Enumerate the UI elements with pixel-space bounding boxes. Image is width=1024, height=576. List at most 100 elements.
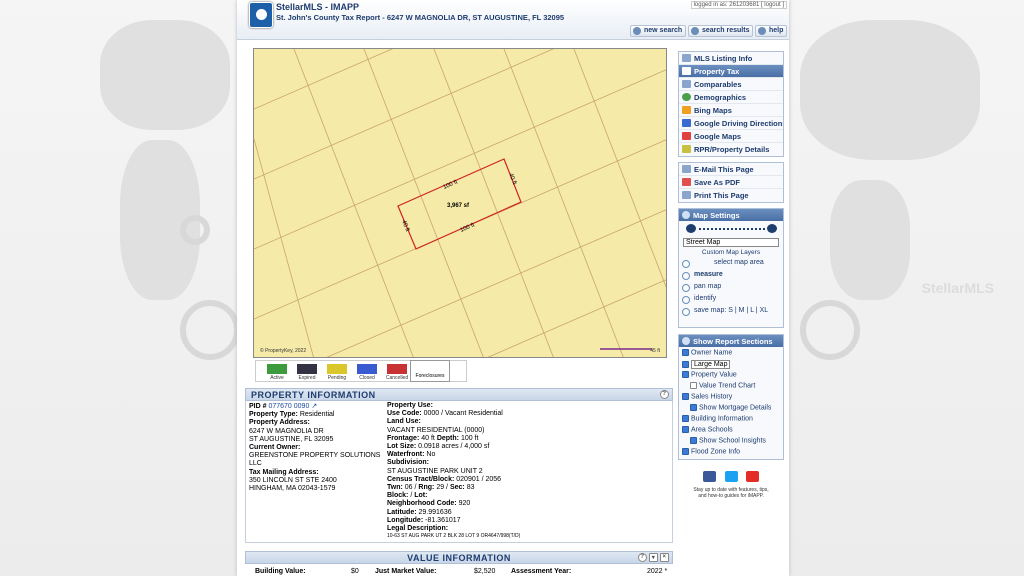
- save-map-xl[interactable]: XL: [760, 307, 769, 314]
- building-value-label: Building Value:: [255, 568, 306, 575]
- info-icon: [682, 296, 690, 304]
- youtube-icon[interactable]: [745, 471, 759, 482]
- sidebar-item-driving-directions[interactable]: Google Driving Directions: [679, 117, 783, 130]
- toggle-mortgage[interactable]: Show Mortgage Details: [682, 404, 780, 415]
- map-settings-title: Map Settings: [679, 209, 783, 221]
- stellar-logo-icon[interactable]: [249, 2, 273, 28]
- arrow-up-icon: [800, 300, 860, 360]
- active-icon: [267, 364, 287, 374]
- save-pdf-button[interactable]: Save As PDF: [679, 176, 783, 189]
- zoom-slider[interactable]: [679, 221, 783, 237]
- zoom-in-icon[interactable]: [767, 224, 777, 233]
- globe-icon: [682, 93, 691, 101]
- checkbox-checked: [682, 426, 689, 433]
- toggle-property-value[interactable]: Property Value: [682, 371, 780, 382]
- parcel-map[interactable]: 100 ft 40 ft 40 ft 100 ft 3,967 sf © Pro…: [253, 48, 667, 358]
- facebook-icon[interactable]: [703, 471, 717, 482]
- parcel-map-svg: 100 ft 40 ft 40 ft 100 ft 3,967 sf: [254, 49, 666, 357]
- save-icon: [682, 308, 690, 316]
- save-map-row: save map: S | M | L | XL: [679, 306, 783, 318]
- checkbox-checked: [682, 371, 689, 378]
- pan-icon: [682, 284, 690, 292]
- scale-label: 45 ft: [650, 348, 660, 354]
- map-type-select[interactable]: Street Map: [683, 238, 779, 247]
- checkbox-checked: [682, 448, 689, 455]
- external-link-icon[interactable]: ↗: [311, 403, 317, 410]
- print-page-button[interactable]: Print This Page: [679, 189, 783, 202]
- pdf-icon: [682, 178, 691, 186]
- building-value: $0: [351, 568, 359, 575]
- legend-foreclosures[interactable]: Foreclosures: [410, 360, 450, 382]
- list-icon: [682, 54, 691, 62]
- sidebar-item-bing-maps[interactable]: Bing Maps: [679, 104, 783, 117]
- logged-in-status[interactable]: logged in as: 261203681 [ logout ]: [690, 1, 787, 9]
- property-info-left: PID # 077670 0090 ↗ Property Type: Resid…: [249, 403, 389, 493]
- report-sections-panel: Show Report Sections Owner Name Large Ma…: [678, 334, 784, 460]
- select-icon: [682, 260, 690, 268]
- just-market-label: Just Market Value:: [375, 568, 437, 575]
- toggle-flood-zone[interactable]: Flood Zone Info: [682, 448, 780, 459]
- sidebar-nav: MLS Listing Info Property Tax Comparable…: [678, 51, 784, 157]
- save-map-m[interactable]: M: [739, 307, 745, 314]
- tax-icon: [682, 67, 691, 75]
- close-icon[interactable]: ×: [660, 553, 669, 562]
- email-page-button[interactable]: E-Mail This Page: [679, 163, 783, 176]
- cancelled-icon: [387, 364, 407, 374]
- select-area-tool[interactable]: select map area: [679, 258, 783, 270]
- compare-icon: [682, 80, 691, 88]
- just-market-value: $2,520: [474, 568, 496, 575]
- new-search-button[interactable]: new search: [630, 25, 687, 37]
- toggle-area-schools[interactable]: Area Schools: [682, 426, 780, 437]
- checkbox-unchecked: [690, 382, 697, 389]
- area-label: 3,967 sf: [447, 203, 470, 209]
- toggle-map[interactable]: Large Map: [682, 360, 780, 371]
- help-icon[interactable]: ?: [638, 553, 647, 562]
- search-icon: [633, 27, 641, 35]
- owner-value: GREENSTONE PROPERTY SOLUTIONS LLC: [249, 452, 381, 468]
- sidebar-item-google-maps[interactable]: Google Maps: [679, 130, 783, 143]
- sidebar-item-comparables[interactable]: Comparables: [679, 78, 783, 91]
- toggle-school-insights[interactable]: Show School Insights: [682, 437, 780, 448]
- save-map-s[interactable]: S: [728, 307, 733, 314]
- checkbox-checked: [690, 437, 697, 444]
- sidebar-item-rpr[interactable]: RPR/Property Details: [679, 143, 783, 156]
- rpr-icon: [682, 145, 691, 153]
- help-button[interactable]: help: [755, 25, 788, 37]
- sections-icon: [682, 337, 690, 345]
- header: StellarMLS - IMAPP St. John's County Tax…: [237, 0, 789, 40]
- property-info-header: PROPERTY INFORMATION ?: [245, 388, 673, 401]
- app-window: StellarMLS - IMAPP St. John's County Tax…: [237, 0, 789, 576]
- help-icon: [758, 27, 766, 35]
- value-info-header: VALUE INFORMATION ? ▾ ×: [245, 551, 673, 564]
- save-map-l[interactable]: L: [750, 307, 754, 314]
- toggle-owner-name[interactable]: Owner Name: [682, 349, 780, 360]
- sidebar-item-demographics[interactable]: Demographics: [679, 91, 783, 104]
- map-copyright: © PropertyKey, 2022: [260, 348, 307, 354]
- checkbox-checked: [682, 360, 689, 368]
- arrow-up-icon: [180, 215, 210, 245]
- twitter-icon[interactable]: [724, 471, 738, 482]
- pid-link[interactable]: 077670 0090: [268, 403, 309, 410]
- zoom-out-icon[interactable]: [686, 224, 696, 233]
- help-icon[interactable]: ?: [660, 390, 669, 399]
- custom-layers-toggle[interactable]: Custom Map Layers: [679, 247, 783, 258]
- page-actions: E-Mail This Page Save As PDF Print This …: [678, 162, 784, 203]
- collapse-icon[interactable]: ▾: [649, 553, 658, 562]
- measure-tool[interactable]: measure: [679, 270, 783, 282]
- continent-shape: [830, 180, 910, 300]
- pin-icon: [682, 132, 691, 140]
- toggle-building-info[interactable]: Building Information: [682, 415, 780, 426]
- report-subtitle: St. John's County Tax Report - 6247 W MA…: [276, 13, 565, 22]
- watermark-text: StellarMLS: [921, 280, 994, 296]
- closed-icon: [357, 364, 377, 374]
- pan-tool[interactable]: pan map: [679, 282, 783, 294]
- identify-tool[interactable]: identify: [679, 294, 783, 306]
- map-size-select[interactable]: Large Map: [691, 360, 731, 369]
- toggle-value-trend[interactable]: Value Trend Chart: [682, 382, 780, 393]
- sidebar-item-mls-listing[interactable]: MLS Listing Info: [679, 52, 783, 65]
- search-results-button[interactable]: search results: [688, 25, 754, 37]
- zoom-track[interactable]: [699, 228, 765, 230]
- map-settings-panel: Map Settings Street Map Custom Map Layer…: [678, 208, 784, 328]
- toggle-sales-history[interactable]: Sales History: [682, 393, 780, 404]
- sidebar-item-property-tax[interactable]: Property Tax: [679, 65, 783, 78]
